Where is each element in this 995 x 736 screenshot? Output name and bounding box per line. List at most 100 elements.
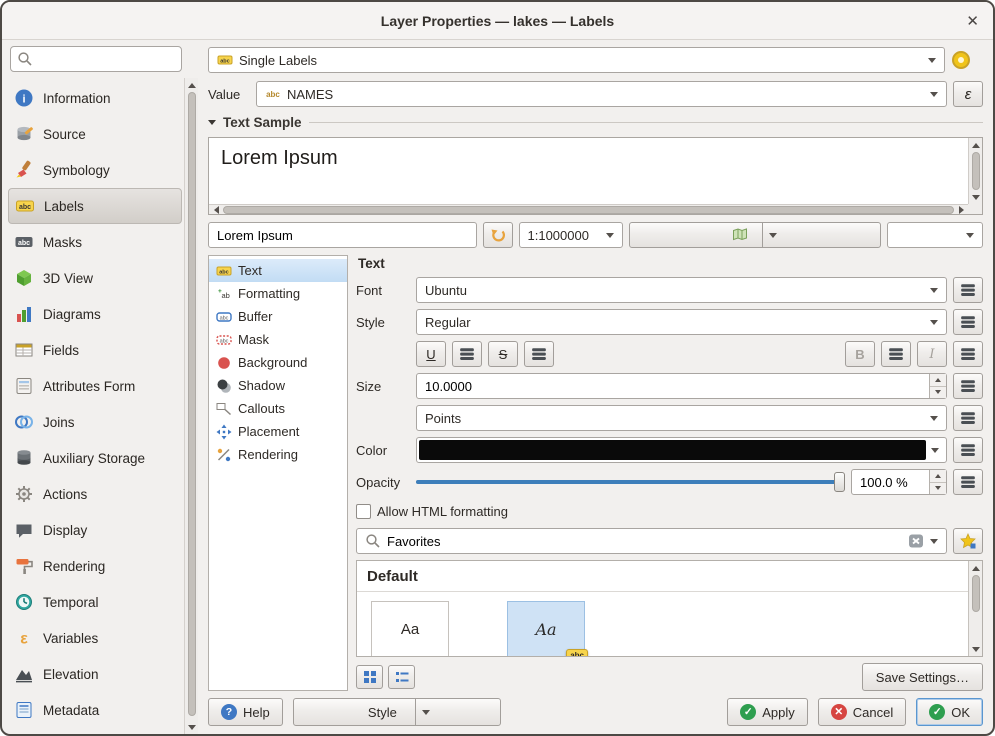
opacity-slider[interactable]: [416, 469, 845, 495]
close-button[interactable]: ✕: [966, 12, 979, 30]
clear-search-icon[interactable]: [908, 533, 924, 549]
tab-text[interactable]: abc Text: [209, 259, 347, 282]
style-override-button[interactable]: [953, 309, 983, 335]
font-override-button[interactable]: [953, 277, 983, 303]
preview-background-select[interactable]: [887, 222, 983, 248]
style-card-selected[interactable]: Aa abc: [507, 601, 585, 656]
sample-text-input[interactable]: [208, 222, 477, 248]
sidebar-search-input[interactable]: [38, 52, 175, 67]
size-unit-select[interactable]: Points: [416, 405, 947, 431]
tab-buffer[interactable]: abc Buffer: [209, 305, 347, 328]
opacity-spinner[interactable]: [851, 469, 947, 495]
spin-down-icon[interactable]: [930, 386, 946, 399]
sidebar-item-elevation[interactable]: Elevation: [8, 656, 182, 692]
scroll-down-icon[interactable]: [187, 722, 197, 732]
titlebar[interactable]: Layer Properties — lakes — Labels ✕: [2, 2, 993, 40]
italic-button[interactable]: I: [917, 341, 947, 367]
spin-up-icon[interactable]: [930, 374, 946, 386]
sidebar-item-metadata[interactable]: Metadata: [8, 692, 182, 728]
tab-background[interactable]: Background: [209, 351, 347, 374]
scroll-right-icon[interactable]: [956, 205, 966, 215]
font-style-select[interactable]: Regular: [416, 309, 947, 335]
scrollbar-thumb[interactable]: [972, 575, 980, 612]
slider-handle[interactable]: [834, 472, 845, 492]
label-mode-select[interactable]: abc Single Labels: [208, 47, 945, 73]
sidebar-item-masks[interactable]: abc Masks: [8, 224, 182, 260]
scroll-up-icon[interactable]: [187, 80, 197, 90]
style-menu-button[interactable]: Style: [293, 698, 501, 726]
spin-up-icon[interactable]: [930, 470, 946, 482]
allow-html-checkbox[interactable]: [356, 504, 371, 519]
automated-placement-settings-button[interactable]: [951, 46, 983, 74]
color-override-button[interactable]: [953, 437, 983, 463]
cancel-button[interactable]: ✕ Cancel: [818, 698, 906, 726]
bold-override-button[interactable]: [881, 341, 911, 367]
reset-sample-button[interactable]: [483, 222, 513, 248]
scroll-left-icon[interactable]: [211, 205, 221, 215]
style-manager-button[interactable]: [953, 528, 983, 554]
scroll-up-icon[interactable]: [971, 140, 981, 150]
sidebar-item-joins[interactable]: Joins: [8, 404, 182, 440]
sidebar-item-auxiliary-storage[interactable]: Auxiliary Storage: [8, 440, 182, 476]
value-field-select[interactable]: abc NAMES: [256, 81, 947, 107]
tab-formatting[interactable]: +ab Formatting: [209, 282, 347, 305]
underline-button[interactable]: U: [416, 341, 446, 367]
strikethrough-button[interactable]: S: [488, 341, 518, 367]
scrollbar-thumb[interactable]: [972, 152, 980, 190]
sidebar-item-rendering[interactable]: Rendering: [8, 548, 182, 584]
list-view-button[interactable]: [388, 665, 415, 689]
sample-scale-select[interactable]: 1:1000000: [519, 222, 623, 248]
styles-scrollbar[interactable]: [968, 561, 982, 656]
style-search-input[interactable]: [387, 534, 902, 549]
sidebar-item-information[interactable]: i Information: [8, 80, 182, 116]
italic-override-button[interactable]: [953, 341, 983, 367]
icon-view-button[interactable]: [356, 665, 383, 689]
size-override-button[interactable]: [953, 373, 983, 399]
tab-mask[interactable]: abc Mask: [209, 328, 347, 351]
sidebar-item-3d-view[interactable]: 3D View: [8, 260, 182, 296]
scroll-up-icon[interactable]: [971, 563, 981, 573]
sidebar-item-source[interactable]: Source: [8, 116, 182, 152]
sidebar-item-labels[interactable]: abc Labels: [8, 188, 182, 224]
scrollbar-thumb[interactable]: [188, 92, 196, 716]
sidebar-item-temporal[interactable]: Temporal: [8, 584, 182, 620]
sidebar-item-actions[interactable]: Actions: [8, 476, 182, 512]
bold-button[interactable]: B: [845, 341, 875, 367]
tab-rendering[interactable]: Rendering: [209, 443, 347, 466]
sidebar-item-symbology[interactable]: Symbology: [8, 152, 182, 188]
underline-override-button[interactable]: [452, 341, 482, 367]
sidebar-item-fields[interactable]: Fields: [8, 332, 182, 368]
tab-callouts[interactable]: Callouts: [209, 397, 347, 420]
sidebar-item-diagrams[interactable]: Diagrams: [8, 296, 182, 332]
sidebar-item-attributes-form[interactable]: Attributes Form: [8, 368, 182, 404]
sidebar-item-display[interactable]: Display: [8, 512, 182, 548]
text-sample-section-header[interactable]: Text Sample: [208, 115, 983, 130]
help-button[interactable]: ? Help: [208, 698, 283, 726]
tab-placement[interactable]: Placement: [209, 420, 347, 443]
set-canvas-scale-button[interactable]: [629, 222, 882, 248]
sidebar-item-variables[interactable]: ε Variables: [8, 620, 182, 656]
size-spinner[interactable]: [416, 373, 947, 399]
size-input[interactable]: [416, 373, 947, 399]
scroll-down-icon[interactable]: [971, 644, 981, 654]
sidebar-scrollbar[interactable]: [184, 78, 198, 734]
chevron-down-icon[interactable]: [926, 448, 944, 453]
save-settings-button[interactable]: Save Settings…: [862, 663, 983, 691]
spin-down-icon[interactable]: [930, 482, 946, 495]
apply-button[interactable]: ✓ Apply: [727, 698, 808, 726]
unit-override-button[interactable]: [953, 405, 983, 431]
ok-button[interactable]: ✓ OK: [916, 698, 983, 726]
strikethrough-override-button[interactable]: [524, 341, 554, 367]
scrollbar-thumb[interactable]: [223, 206, 954, 214]
tab-shadow[interactable]: Shadow: [209, 374, 347, 397]
chevron-down-icon[interactable]: [415, 699, 436, 725]
scroll-down-icon[interactable]: [971, 192, 981, 202]
style-card-default[interactable]: Aa: [371, 601, 449, 656]
opacity-override-button[interactable]: [953, 469, 983, 495]
chevron-down-icon[interactable]: [762, 223, 783, 247]
sidebar-search-box[interactable]: [10, 46, 182, 72]
expression-builder-button[interactable]: ε: [953, 81, 983, 107]
font-select[interactable]: Ubuntu: [416, 277, 947, 303]
style-search-combo[interactable]: [356, 528, 947, 554]
preview-horizontal-scrollbar[interactable]: [209, 204, 968, 214]
